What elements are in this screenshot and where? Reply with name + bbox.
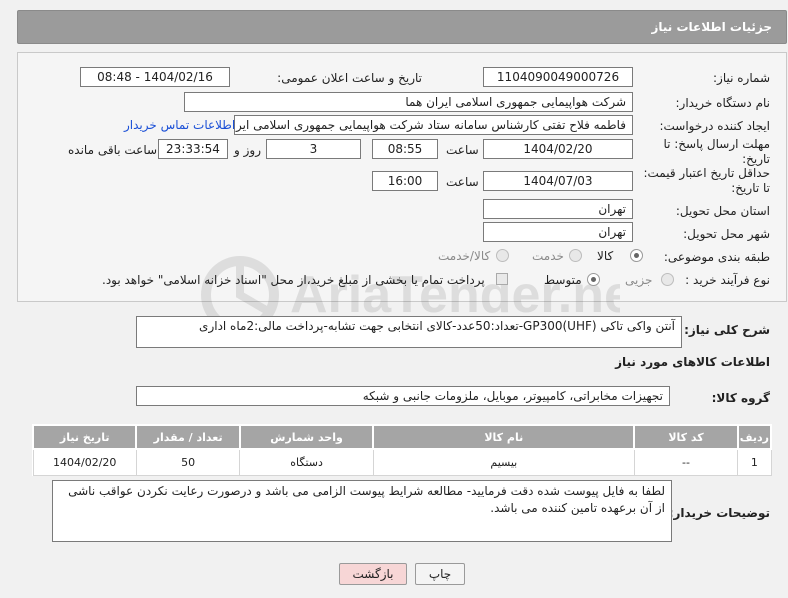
cell-unit: دستگاه [239,448,374,476]
buyer-notes-field[interactable]: لطفا به فایل پیوست شده دقت فرمایید- مطال… [52,480,672,542]
days-label: روز و [234,143,261,157]
category-option-service: خدمت [532,249,564,263]
category-radio-service[interactable] [569,249,582,262]
description-label: شرح کلی نیاز: [684,323,770,337]
back-button[interactable]: بازگشت [339,563,407,585]
page-header: جزئیات اطلاعات نیاز [17,10,787,44]
table-header-row: ردیف کد کالا نام کالا واحد شمارش تعداد /… [31,424,773,450]
requester-field[interactable]: فاطمه فلاح تفتی کارشناس سامانه ستاد شرکت… [234,115,633,135]
cell-row: 1 [737,448,772,476]
treasury-payment-checkbox[interactable] [496,273,508,285]
need-number-field[interactable]: 1104090049000726 [483,67,633,87]
treasury-payment-note: پرداخت تمام یا بخشی از مبلغ خرید،از محل … [102,273,485,287]
reply-deadline-label-date: تاریخ: [742,152,770,166]
col-header-qty: تعداد / مقدار [135,424,241,450]
buyer-contact-link[interactable]: اطلاعات تماس خریدار [124,118,235,132]
reply-deadline-label: مهلت ارسال پاسخ: تا [663,137,770,151]
reply-deadline-date-field[interactable]: 1404/02/20 [483,139,633,159]
province-label: استان محل تحویل: [675,204,770,218]
process-option-minor: جزیی [625,273,653,287]
price-validity-time-field[interactable]: 16:00 [372,171,438,191]
print-button[interactable]: چاپ [415,563,465,585]
buyer-notes-label: توضیحات خریدار: [668,506,770,520]
buyer-org-field[interactable]: شرکت هواپیمایی جمهوری اسلامی ایران هما [184,92,633,112]
category-radio-goods[interactable] [630,249,643,262]
page-title: جزئیات اطلاعات نیاز [651,20,772,34]
remaining-days-field[interactable]: 3 [266,139,361,159]
goods-group-field[interactable]: تجهیزات مخابراتی، کامپیوتر، موبایل، ملزو… [136,386,670,406]
need-number-label: شماره نیاز: [713,71,770,85]
cell-name: بیسیم [372,448,635,476]
process-option-medium: متوسط [544,273,582,287]
price-validity-time-label: ساعت [446,175,479,189]
city-label: شهر محل تحویل: [683,227,770,241]
cell-date: 1404/02/20 [32,448,137,476]
goods-table: ردیف کد کالا نام کالا واحد شمارش تعداد /… [31,424,773,476]
category-option-goods: کالا [597,249,614,263]
goods-group-label: گروه کالا: [711,391,770,405]
announce-datetime-label: تاریخ و ساعت اعلان عمومی: [277,71,422,85]
city-field[interactable]: تهران [483,222,633,242]
goods-section-title: اطلاعات کالاهای مورد نیاز [615,355,770,369]
cell-qty: 50 [135,448,241,476]
cell-code: -- [633,448,739,476]
price-validity-label: حداقل تاریخ اعتبار قیمت: [643,166,770,180]
category-label: طبقه بندی موضوعی: [663,250,770,264]
category-option-goods-service: کالا/خدمت [438,249,491,263]
reply-time-label: ساعت [446,143,479,157]
reply-deadline-time-field[interactable]: 08:55 [372,139,438,159]
description-field[interactable]: آنتن واکی تاکی GP300(UHF)-تعداد:50عدد-کا… [136,316,682,348]
province-field[interactable]: تهران [483,199,633,219]
buyer-org-label: نام دستگاه خریدار: [675,96,771,110]
col-header-unit: واحد شمارش [238,424,375,450]
announce-datetime-field[interactable]: 1404/02/16 - 08:48 [80,67,230,87]
category-radio-goods-service[interactable] [496,249,509,262]
price-validity-label-date: تا تاریخ: [731,181,770,195]
price-validity-date-field[interactable]: 1404/07/03 [483,171,633,191]
remaining-time-field[interactable]: 23:33:54 [158,139,228,159]
table-row[interactable]: 1 -- بیسیم دستگاه 50 1404/02/20 [32,448,772,476]
process-radio-minor[interactable] [661,273,674,286]
col-header-date: تاریخ نیاز [31,424,138,450]
process-radio-medium[interactable] [587,273,600,286]
requester-label: ایجاد کننده درخواست: [659,119,770,133]
purchase-process-label: نوع فرآیند خرید : [685,273,770,287]
col-header-code: کد کالا [633,424,739,450]
col-header-row: ردیف [736,424,773,450]
col-header-name: نام کالا [372,424,636,450]
remaining-time-label: ساعت باقی مانده [68,143,158,157]
